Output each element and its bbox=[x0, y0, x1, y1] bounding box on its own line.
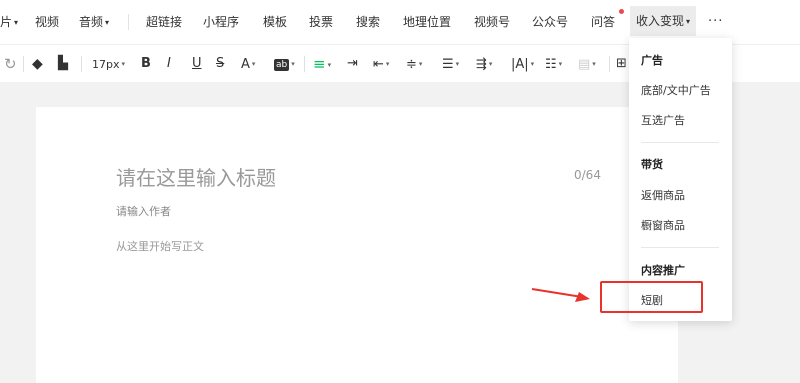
group-goods-heading: 带货 bbox=[641, 158, 663, 171]
line-height-icon[interactable]: ☰ ▾ bbox=[442, 45, 459, 83]
insert-audio-button[interactable]: 音频 ▾ bbox=[79, 0, 109, 44]
redo-icon[interactable]: ↻ bbox=[4, 45, 17, 83]
menu-item-mutual-ad[interactable]: 互选广告 bbox=[641, 112, 685, 128]
chevron-down-icon: ▾ bbox=[291, 60, 295, 68]
author-input[interactable]: 请输入作者 bbox=[116, 203, 171, 219]
editor-canvas: 请在这里输入标题 0/64 请输入作者 从这里开始写正文 bbox=[36, 107, 678, 383]
align-justify-icon[interactable]: ≡ ▾ bbox=[313, 45, 331, 83]
body-editor[interactable]: 从这里开始写正文 bbox=[116, 238, 204, 254]
underline-button[interactable]: U bbox=[192, 45, 202, 83]
highlight-box bbox=[600, 281, 703, 313]
chevron-down-icon: ▾ bbox=[121, 60, 126, 68]
monetize-dropdown: 广告 底部/文中广告 互选广告 带货 返佣商品 橱窗商品 内容推广 短剧 bbox=[629, 38, 732, 321]
insert-audio-label: 音频 bbox=[79, 15, 104, 29]
insert-image-label: 片 bbox=[0, 15, 13, 29]
toolbar-divider bbox=[81, 56, 82, 72]
insert-template-button[interactable]: 模板 bbox=[263, 0, 287, 44]
font-color-button[interactable]: A ▾ bbox=[241, 45, 255, 83]
title-input[interactable]: 请在这里输入标题 bbox=[116, 162, 276, 191]
chevron-down-icon: ▾ bbox=[14, 18, 19, 27]
menu-item-commission-goods[interactable]: 返佣商品 bbox=[641, 187, 685, 203]
table-icon[interactable]: ⊞ bbox=[616, 45, 627, 83]
annotation-arrow-icon bbox=[531, 288, 590, 302]
monetize-label: 收入变现 bbox=[636, 14, 685, 28]
insert-vote-button[interactable]: 投票 bbox=[309, 0, 333, 44]
background-color-label: ab bbox=[274, 59, 290, 71]
chevron-down-icon: ▾ bbox=[592, 60, 596, 68]
format-painter-icon[interactable]: ◆ bbox=[32, 45, 43, 83]
bold-button[interactable]: B bbox=[141, 45, 151, 83]
disabled-format-icon: ▤ ▾ bbox=[578, 57, 596, 72]
font-color-label: A bbox=[241, 57, 250, 72]
toolbar-divider bbox=[128, 14, 129, 30]
monetize-menu-button[interactable]: 收入变现 ▾ bbox=[630, 6, 697, 36]
menu-item-window-goods[interactable]: 橱窗商品 bbox=[641, 217, 685, 233]
chevron-down-icon: ▾ bbox=[530, 60, 535, 68]
menu-divider bbox=[641, 142, 719, 143]
toolbar-divider bbox=[23, 56, 24, 72]
chevron-down-icon: ▾ bbox=[488, 60, 493, 68]
italic-button[interactable]: I bbox=[167, 45, 171, 83]
menu-item-bottom-ad[interactable]: 底部/文中广告 bbox=[641, 82, 711, 98]
chevron-down-icon: ▾ bbox=[686, 17, 691, 26]
group-promo-heading: 内容推广 bbox=[641, 264, 685, 277]
insert-official-account-button[interactable]: 公众号 bbox=[532, 0, 568, 44]
paragraph-spacing-icon[interactable]: ≑ ▾ bbox=[406, 45, 422, 83]
text-indent-icon[interactable]: ⇶ ▾ bbox=[476, 45, 492, 83]
chevron-down-icon: ▾ bbox=[327, 61, 332, 69]
title-char-counter: 0/64 bbox=[574, 168, 601, 182]
font-size-select[interactable]: 17px ▾ bbox=[92, 45, 125, 83]
new-badge-dot bbox=[619, 9, 624, 14]
background-color-button[interactable]: ab ▾ bbox=[274, 45, 295, 83]
strikethrough-button[interactable]: S bbox=[216, 45, 224, 83]
insert-hyperlink-button[interactable]: 超链接 bbox=[146, 0, 182, 44]
chevron-down-icon: ▾ bbox=[251, 60, 256, 68]
toolbar-divider bbox=[609, 56, 610, 72]
insert-location-button[interactable]: 地理位置 bbox=[403, 0, 451, 44]
insert-video-button[interactable]: 视频 bbox=[35, 0, 59, 44]
outdent-icon[interactable]: ⇤ ▾ bbox=[373, 45, 389, 83]
insert-channels-button[interactable]: 视频号 bbox=[474, 0, 510, 44]
chevron-down-icon: ▾ bbox=[385, 60, 390, 68]
insert-qa-button[interactable]: 问答 bbox=[591, 0, 615, 44]
toolbar-divider bbox=[304, 56, 305, 72]
chevron-down-icon: ▾ bbox=[418, 60, 423, 68]
insert-miniprogram-button[interactable]: 小程序 bbox=[203, 0, 239, 44]
chevron-down-icon: ▾ bbox=[455, 60, 460, 68]
font-size-value: 17px bbox=[92, 58, 120, 71]
group-ads-heading: 广告 bbox=[641, 54, 663, 67]
clear-format-icon[interactable]: ▙ bbox=[58, 45, 68, 83]
insert-search-button[interactable]: 搜索 bbox=[356, 0, 380, 44]
indent-icon[interactable]: ⇥ bbox=[347, 45, 358, 83]
letter-spacing-icon[interactable]: |A| ▾ bbox=[511, 45, 534, 83]
insert-image-button[interactable]: 片 ▾ bbox=[0, 0, 18, 44]
menu-divider bbox=[641, 247, 719, 248]
chevron-down-icon: ▾ bbox=[105, 18, 110, 27]
chevron-down-icon: ▾ bbox=[558, 60, 563, 68]
list-icon[interactable]: ☷ ▾ bbox=[545, 45, 562, 83]
